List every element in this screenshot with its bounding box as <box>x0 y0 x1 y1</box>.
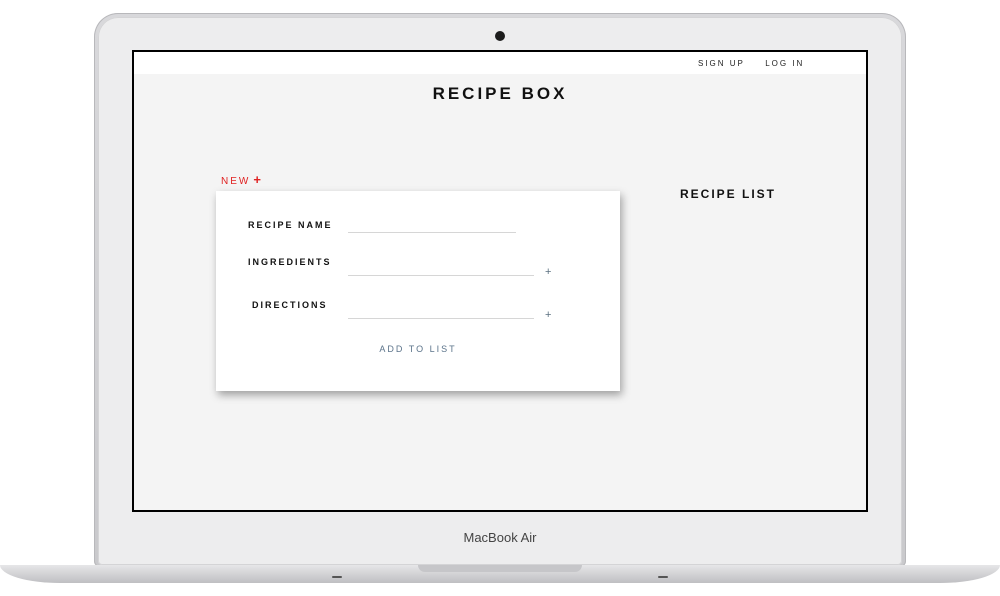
recipe-box-page: SIGN UP LOG IN RECIPE BOX NEW + RECIPE NA… <box>134 52 866 510</box>
screen: SIGN UP LOG IN RECIPE BOX NEW + RECIPE NA… <box>132 50 868 512</box>
camera-icon <box>495 31 505 41</box>
laptop-foot-right <box>658 576 668 578</box>
laptop-hinge-notch <box>418 565 582 572</box>
add-direction-plus-icon[interactable]: + <box>545 309 551 321</box>
new-label: NEW <box>221 176 251 187</box>
top-nav: SIGN UP LOG IN <box>698 59 804 68</box>
recipe-name-input[interactable] <box>348 232 516 233</box>
device-brand-label: MacBook Air <box>463 530 537 545</box>
ingredients-input[interactable] <box>348 275 534 276</box>
ingredients-label: INGREDIENTS <box>248 257 332 267</box>
directions-label: DIRECTIONS <box>252 300 328 310</box>
recipe-list-heading: RECIPE LIST <box>680 187 777 201</box>
plus-icon: + <box>253 172 263 187</box>
log-in-link[interactable]: LOG IN <box>765 59 804 68</box>
recipe-name-label: RECIPE NAME <box>248 220 333 230</box>
sign-up-link[interactable]: SIGN UP <box>698 59 745 68</box>
page-title: RECIPE BOX <box>432 84 568 103</box>
add-ingredient-plus-icon[interactable]: + <box>545 266 551 278</box>
add-to-list-button[interactable]: ADD TO LIST <box>216 344 620 354</box>
top-bar: SIGN UP LOG IN <box>134 52 866 74</box>
directions-input[interactable] <box>348 318 534 319</box>
recipe-form-card: RECIPE NAME INGREDIENTS + DIRECTIONS + A… <box>216 191 620 391</box>
new-recipe-button[interactable]: NEW + <box>221 172 263 187</box>
laptop-foot-left <box>332 576 342 578</box>
